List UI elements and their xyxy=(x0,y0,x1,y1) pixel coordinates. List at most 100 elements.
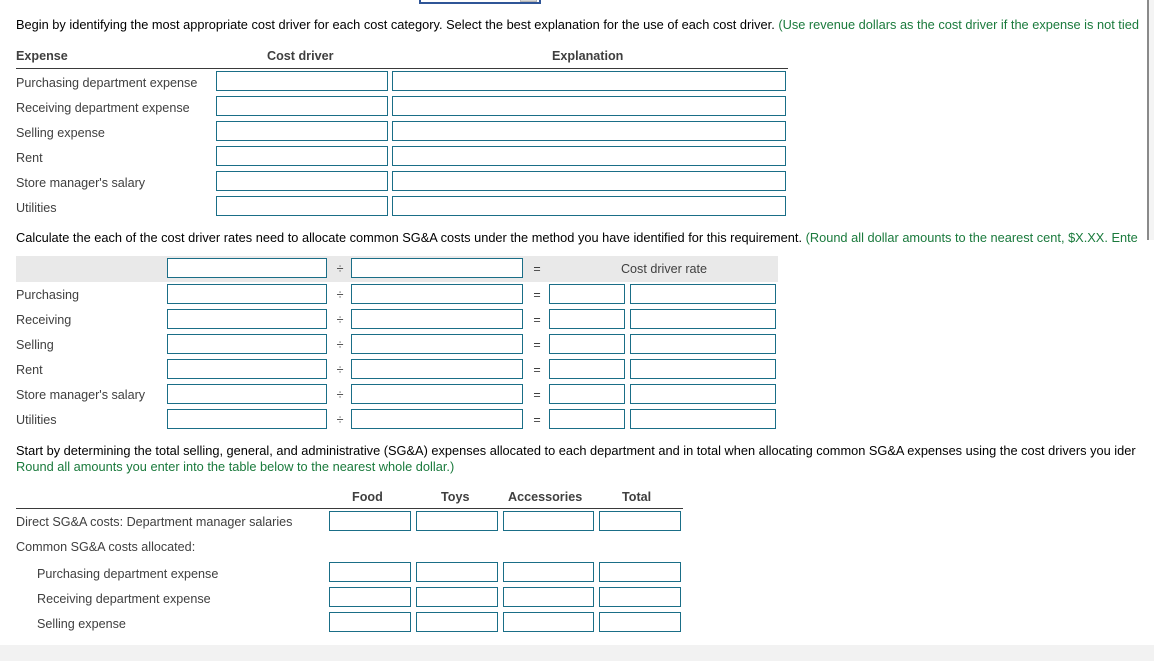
equals-symbol-header: = xyxy=(533,262,541,276)
input-sga-selling-toys[interactable] xyxy=(416,612,498,632)
input-sga-direct-accessories[interactable] xyxy=(503,511,594,531)
row-label-store-managers-salary: Store manager's salary xyxy=(16,176,146,190)
equals-symbol-selling: = xyxy=(533,338,541,352)
input-rate-header-denominator[interactable] xyxy=(351,258,523,278)
section1-instruction-note: (Use revenue dollars as the cost driver … xyxy=(778,17,1139,32)
rate-row-label-store-managers-salary: Store manager's salary xyxy=(16,388,146,402)
input-rate-denominator-store-manager[interactable] xyxy=(351,384,523,404)
col-header-expense: Expense xyxy=(16,49,68,63)
input-rate-numerator-receiving[interactable] xyxy=(167,309,327,329)
input-explanation-purchasing[interactable] xyxy=(392,71,786,91)
equals-symbol-utilities: = xyxy=(533,413,541,427)
section1-instruction: Begin by identifying the most appropriat… xyxy=(16,17,1139,33)
section3-instruction-line2: Round all amounts you enter into the tab… xyxy=(16,459,454,475)
input-sga-purchasing-accessories[interactable] xyxy=(503,562,594,582)
input-rate-numerator-selling[interactable] xyxy=(167,334,327,354)
col-header-cost-driver-rate: Cost driver rate xyxy=(620,262,708,276)
input-rate-numerator-store-manager[interactable] xyxy=(167,384,327,404)
input-explanation-store-manager[interactable] xyxy=(392,171,786,191)
divide-symbol-rent: ÷ xyxy=(336,363,344,377)
input-cost-driver-receiving[interactable] xyxy=(216,96,388,116)
col-header-explanation: Explanation xyxy=(552,49,624,63)
input-sga-selling-accessories[interactable] xyxy=(503,612,594,632)
row-label-rent: Rent xyxy=(16,151,43,165)
input-sga-purchasing-toys[interactable] xyxy=(416,562,498,582)
rate-row-label-selling: Selling xyxy=(16,338,54,352)
input-rate-result-a-store-manager[interactable] xyxy=(549,384,625,404)
input-sga-selling-food[interactable] xyxy=(329,612,411,632)
col-header-toys: Toys xyxy=(441,490,470,504)
input-rate-result-a-receiving[interactable] xyxy=(549,309,625,329)
col-header-total: Total xyxy=(622,490,652,504)
input-rate-numerator-utilities[interactable] xyxy=(167,409,327,429)
input-rate-denominator-utilities[interactable] xyxy=(351,409,523,429)
equals-symbol-receiving: = xyxy=(533,313,541,327)
input-sga-direct-total[interactable] xyxy=(599,511,681,531)
row-label-selling-expense: Selling expense xyxy=(16,126,105,140)
sga-row-label-selling-expense: Selling expense xyxy=(37,617,126,631)
input-rate-result-b-selling[interactable] xyxy=(630,334,776,354)
input-cost-driver-purchasing[interactable] xyxy=(216,71,388,91)
input-rate-result-b-rent[interactable] xyxy=(630,359,776,379)
sga-row-label-receiving-department-expense: Receiving department expense xyxy=(37,592,211,606)
section3-instruction-note: Round all amounts you enter into the tab… xyxy=(16,459,455,474)
divide-symbol-selling: ÷ xyxy=(336,338,344,352)
input-rate-denominator-selling[interactable] xyxy=(351,334,523,354)
table-header-rule xyxy=(16,68,788,69)
input-rate-denominator-purchasing[interactable] xyxy=(351,284,523,304)
rate-row-label-receiving: Receiving xyxy=(16,313,72,327)
sga-header-rule xyxy=(16,508,683,509)
input-sga-receiving-food[interactable] xyxy=(329,587,411,607)
exercise-content: Begin by identifying the most appropriat… xyxy=(0,0,1154,645)
input-sga-direct-toys[interactable] xyxy=(416,511,498,531)
input-sga-purchasing-total[interactable] xyxy=(599,562,681,582)
section2-instruction-text: Calculate the each of the cost driver ra… xyxy=(16,230,806,245)
input-rate-result-b-store-manager[interactable] xyxy=(630,384,776,404)
input-cost-driver-rent[interactable] xyxy=(216,146,388,166)
input-rate-result-b-purchasing[interactable] xyxy=(630,284,776,304)
input-rate-result-a-selling[interactable] xyxy=(549,334,625,354)
input-rate-result-a-purchasing[interactable] xyxy=(549,284,625,304)
input-rate-denominator-receiving[interactable] xyxy=(351,309,523,329)
equals-symbol-rent: = xyxy=(533,363,541,377)
sga-row-label-common-costs: Common SG&A costs allocated: xyxy=(16,540,196,554)
input-cost-driver-store-manager[interactable] xyxy=(216,171,388,191)
input-explanation-receiving[interactable] xyxy=(392,96,786,116)
input-rate-result-b-utilities[interactable] xyxy=(630,409,776,429)
divide-symbol-header: ÷ xyxy=(336,262,344,276)
section2-instruction-note: (Round all dollar amounts to the nearest… xyxy=(805,230,1138,245)
input-sga-receiving-accessories[interactable] xyxy=(503,587,594,607)
rate-row-label-purchasing: Purchasing xyxy=(16,288,80,302)
input-rate-result-a-utilities[interactable] xyxy=(549,409,625,429)
input-cost-driver-selling[interactable] xyxy=(216,121,388,141)
row-label-purchasing-department-expense: Purchasing department expense xyxy=(16,76,198,90)
input-sga-receiving-toys[interactable] xyxy=(416,587,498,607)
col-header-food: Food xyxy=(352,490,383,504)
rate-row-label-utilities: Utilities xyxy=(16,413,57,427)
input-rate-result-a-rent[interactable] xyxy=(549,359,625,379)
divide-symbol-utilities: ÷ xyxy=(336,413,344,427)
input-explanation-selling[interactable] xyxy=(392,121,786,141)
input-sga-selling-total[interactable] xyxy=(599,612,681,632)
col-header-cost-driver: Cost driver xyxy=(267,49,334,63)
input-sga-receiving-total[interactable] xyxy=(599,587,681,607)
col-header-accessories: Accessories xyxy=(508,490,583,504)
row-label-receiving-department-expense: Receiving department expense xyxy=(16,101,190,115)
divide-symbol-purchasing: ÷ xyxy=(336,288,344,302)
input-rate-numerator-purchasing[interactable] xyxy=(167,284,327,304)
input-cost-driver-utilities[interactable] xyxy=(216,196,388,216)
input-sga-direct-food[interactable] xyxy=(329,511,411,531)
equals-symbol-store-manager: = xyxy=(533,388,541,402)
input-explanation-rent[interactable] xyxy=(392,146,786,166)
rate-row-label-rent: Rent xyxy=(16,363,43,377)
equals-symbol-purchasing: = xyxy=(533,288,541,302)
footer-bar xyxy=(0,645,1154,661)
input-rate-denominator-rent[interactable] xyxy=(351,359,523,379)
divide-symbol-store-manager: ÷ xyxy=(336,388,344,402)
input-explanation-utilities[interactable] xyxy=(392,196,786,216)
input-rate-numerator-rent[interactable] xyxy=(167,359,327,379)
section3-instruction-line1: Start by determining the total selling, … xyxy=(16,443,1136,459)
input-rate-header-numerator[interactable] xyxy=(167,258,327,278)
input-sga-purchasing-food[interactable] xyxy=(329,562,411,582)
input-rate-result-b-receiving[interactable] xyxy=(630,309,776,329)
